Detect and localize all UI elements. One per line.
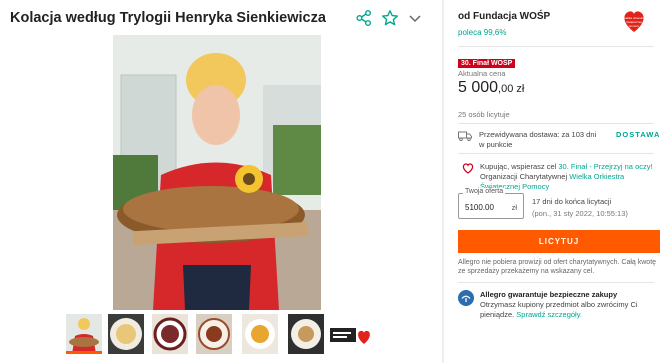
divider [458,123,654,124]
thumbnail-2[interactable] [108,314,144,354]
wosp-heart-logo: wielka orkiestra świątecznej pomocy [624,11,645,32]
delivery-link[interactable]: DOSTAWA [616,130,660,139]
offer-label: Twoja oferta [463,188,506,195]
charity-prefix: Kupując, wspierasz cel [480,162,559,171]
photo-illustration [113,35,321,310]
commission-info: Allegro nie pobiera prowizji od ofert ch… [458,259,657,275]
delivery-estimate: Przewidywana dostawa: za 103 dni w punkc… [479,130,597,149]
guarantee-info: Allegro gwarantuje bezpieczne zakupy Otr… [480,290,656,320]
thumbnail-6[interactable] [288,314,324,354]
charity-goal-link[interactable]: 30. Finał - Przejrzyj na oczy! [558,162,652,171]
divider [458,282,654,283]
purchase-panel: od Fundacja WOŚP poleca 99,6% wielka ork… [444,0,664,363]
charity-info: Kupując, wspierasz cel 30. Finał - Przej… [480,162,656,192]
truck-icon [458,131,472,141]
ends-at: (pon., 31 sty 2022, 10:55:13) [532,209,628,218]
auction-end: 17 dni do końca licytacji (pon., 31 sty … [532,196,628,220]
current-price: 5 000,00 zł [458,79,524,97]
finale-badge: 30. Finał WOŚP [458,59,516,68]
divider [458,153,654,154]
guarantee-link[interactable]: Sprawdź szczegóły. [516,310,582,319]
charity-middle: Organizacji Charytatywnej [480,172,570,181]
seller-recommendation[interactable]: poleca 99,6% [458,28,506,37]
heart-icon [462,163,474,174]
product-gallery-panel: Kolacja według Trylogii Henryka Sienkiew… [0,0,442,363]
share-icon[interactable] [355,9,373,27]
guarantee-title: Allegro gwarantuje bezpieczne zakupy [480,290,618,299]
seller-name[interactable]: od Fundacja WOŚP [458,11,550,22]
thumbnail-7-wosp-logo[interactable] [328,314,372,354]
offer-currency: zł [511,203,517,212]
price-decimals: ,00 zł [498,83,525,95]
price-label: Aktualna cena [458,69,506,78]
product-title: Kolacja według Trylogii Henryka Sienkiew… [10,10,326,26]
thumbnail-1[interactable] [66,314,102,354]
thumbnail-5[interactable] [242,314,278,354]
bid-button[interactable]: LICYTUJ [458,230,660,253]
price-main: 5 000 [458,79,499,96]
offer-value[interactable]: 5100.00 [465,203,494,212]
chevron-down-icon[interactable] [406,9,424,27]
thumbnail-4[interactable] [196,314,232,354]
svg-text:pomocy: pomocy [629,24,640,28]
star-icon[interactable] [381,9,399,27]
thumbnail-3[interactable] [152,314,188,354]
offer-input[interactable]: Twoja oferta 5100.00 zł [458,188,524,219]
bidders-count: 25 osób licytuje [458,110,510,119]
ends-in: 17 dni do końca licytacji [532,197,612,206]
divider [458,46,654,47]
main-product-photo[interactable] [113,35,321,310]
shield-icon [458,290,474,306]
